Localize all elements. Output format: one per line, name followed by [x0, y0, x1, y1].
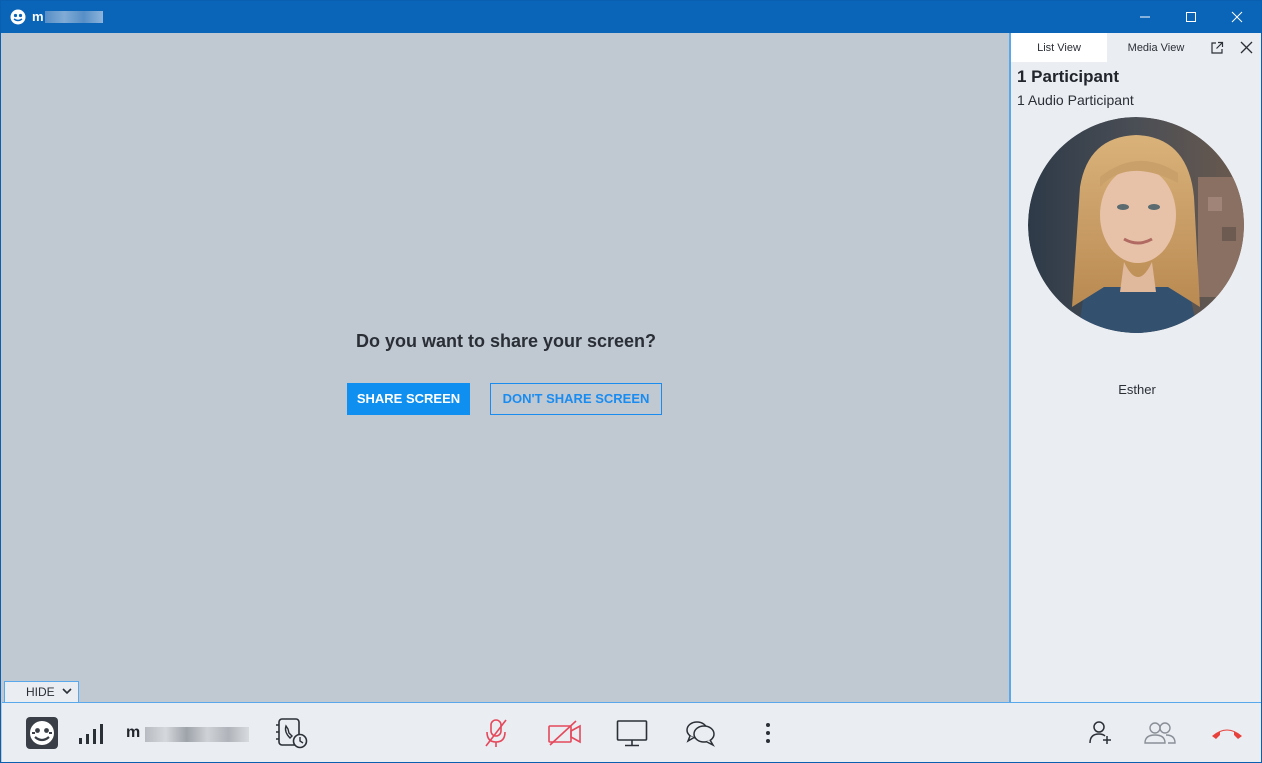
call-toolbar: m	[2, 702, 1261, 762]
participant-avatar	[1028, 117, 1244, 333]
close-panel-icon[interactable]	[1240, 41, 1253, 54]
screen-share-icon	[616, 720, 648, 747]
share-question: Do you want to share your screen?	[355, 331, 657, 351]
share-screen-toolbar-button[interactable]	[616, 719, 648, 763]
signal-strength	[78, 722, 108, 763]
minimize-button[interactable]	[1122, 1, 1168, 33]
meeting-window: m Do you want to share your screen? SHAR…	[0, 0, 1262, 763]
share-screen-button[interactable]: SHARE SCREEN	[347, 383, 470, 415]
dial-phone-icon	[276, 718, 308, 749]
more-vertical-icon	[766, 723, 770, 743]
maximize-icon	[1186, 12, 1196, 22]
minimize-icon	[1140, 16, 1150, 18]
add-participant-button[interactable]	[1089, 720, 1113, 763]
close-button[interactable]	[1214, 1, 1260, 33]
hide-label: HIDE	[26, 685, 55, 699]
microphone-muted-icon	[485, 719, 507, 747]
tab-list-view[interactable]: List View	[1011, 33, 1107, 62]
chevron-down-icon	[62, 688, 72, 695]
tab-media-view[interactable]: Media View	[1109, 33, 1203, 62]
hide-toolbar-toggle[interactable]: HIDE	[4, 681, 79, 703]
participants-button[interactable]	[1144, 721, 1176, 763]
hang-up-icon	[1212, 729, 1242, 739]
participant-name: Esther	[1118, 382, 1156, 397]
chat-button[interactable]	[685, 719, 717, 763]
hang-up-button[interactable]	[1210, 725, 1244, 763]
camera-off-icon	[548, 720, 581, 746]
app-logo-icon	[10, 9, 26, 25]
toggle-camera-button[interactable]	[548, 719, 582, 763]
participants-panel: List View Media View 1 Participant 1 Aud…	[1009, 33, 1261, 702]
mute-microphone-button[interactable]	[483, 718, 509, 763]
maximize-button[interactable]	[1168, 1, 1214, 33]
add-participant-icon	[1089, 721, 1111, 744]
close-icon	[1231, 11, 1243, 23]
share-screen-stage	[2, 33, 1008, 702]
dial-phone-button[interactable]	[276, 716, 310, 763]
self-avatar-button[interactable]	[25, 716, 59, 763]
signal-strength-icon	[79, 724, 103, 744]
user-display-name: m	[126, 724, 141, 741]
title-bar: m	[1, 1, 1261, 33]
participants-icon	[1144, 722, 1176, 744]
user-name-redacted	[145, 727, 249, 742]
dont-share-screen-button[interactable]: DON'T SHARE SCREEN	[490, 383, 662, 415]
title-redacted	[45, 11, 103, 23]
chat-icon	[686, 721, 715, 747]
self-avatar-icon	[26, 717, 58, 749]
more-options-button[interactable]	[763, 722, 773, 763]
audio-participant-count: 1 Audio Participant	[1017, 92, 1134, 108]
popout-icon[interactable]	[1210, 41, 1224, 55]
participant-count: 1 Participant	[1017, 67, 1120, 86]
window-title: m	[32, 9, 44, 24]
